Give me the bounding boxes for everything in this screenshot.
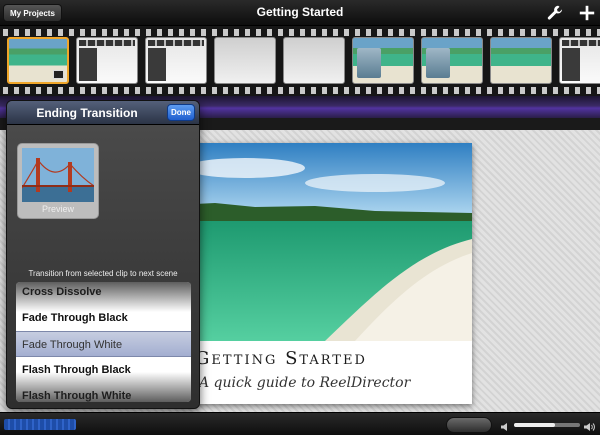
popover-body: Preview Transition from selected clip to… — [7, 125, 199, 408]
filmstrip-clip[interactable] — [352, 37, 414, 84]
beach-photo — [175, 143, 472, 341]
filmstrip-clip[interactable] — [559, 37, 600, 84]
playback-progress[interactable] — [4, 419, 76, 430]
clip-sidebar-graphic — [79, 48, 97, 81]
volume-low-icon — [500, 419, 510, 431]
clip-toolbar-graphic — [148, 40, 204, 46]
ending-transition-popover: Ending Transition Done Preview Transitio… — [6, 100, 200, 409]
clip-filmstrip[interactable] — [0, 26, 600, 96]
filmstrip-clip[interactable] — [76, 37, 138, 84]
filmstrip-clip[interactable] — [145, 37, 207, 84]
popover-title: Ending Transition — [36, 106, 138, 120]
filmstrip-clip[interactable] — [283, 37, 345, 84]
plus-icon[interactable] — [578, 4, 596, 22]
clip-sidebar-graphic — [562, 48, 580, 81]
wrench-icon[interactable] — [546, 4, 564, 22]
filmstrip-clip[interactable] — [490, 37, 552, 84]
page-title: Getting Started — [256, 5, 344, 19]
preview-label: Preview — [41, 204, 74, 214]
transition-picker[interactable]: Cross Dissolve Fade Through Black Fade Thr… — [16, 282, 191, 402]
transition-hint: Transition from selected clip to next sc… — [28, 269, 178, 278]
transition-option[interactable]: Flash Through White — [16, 383, 191, 402]
transition-option[interactable]: Cross Dissolve — [16, 282, 191, 305]
filmstrip-clip[interactable] — [7, 37, 69, 84]
film-sprocket-holes — [0, 87, 600, 94]
transition-option[interactable]: Flash Through Black — [16, 357, 191, 383]
volume-slider[interactable] — [514, 423, 580, 427]
done-button[interactable]: Done — [167, 104, 195, 121]
transition-option[interactable]: Fade Through White — [16, 331, 191, 357]
bridge-thumbnail — [22, 148, 94, 202]
top-toolbar: My Projects Getting Started — [0, 0, 600, 26]
clip-sidebar-graphic — [148, 48, 166, 81]
filmstrip-clip[interactable] — [214, 37, 276, 84]
play-button[interactable] — [446, 417, 492, 433]
film-sprocket-holes — [0, 29, 600, 36]
card-title: Getting Started — [195, 348, 367, 369]
volume-high-icon — [583, 419, 595, 431]
clip-pelican-graphic — [426, 48, 450, 78]
playback-bar — [0, 412, 600, 435]
volume-level — [514, 423, 555, 427]
clip-toolbar-graphic — [562, 40, 600, 46]
clip-pelican-graphic — [357, 48, 381, 78]
clip-transition-icon[interactable] — [53, 70, 64, 79]
card-subtitle: A quick guide to ReelDirector — [199, 375, 411, 391]
transition-option[interactable]: Fade Through Black — [16, 305, 191, 331]
popover-header: Ending Transition Done — [7, 101, 199, 125]
title-card-preview: Getting Started A quick guide to ReelDir… — [175, 143, 472, 404]
filmstrip-clip[interactable] — [421, 37, 483, 84]
transition-preview-button[interactable]: Preview — [17, 143, 99, 219]
clip-toolbar-graphic — [79, 40, 135, 46]
